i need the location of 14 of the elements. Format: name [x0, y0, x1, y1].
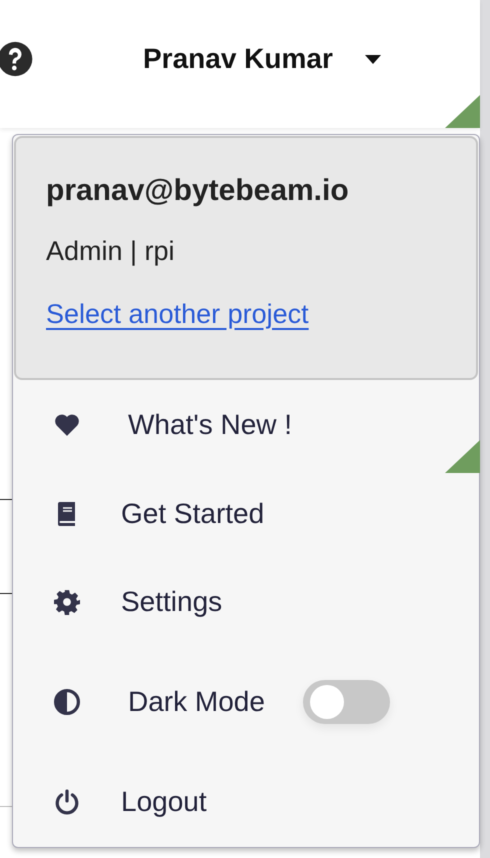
menu-item-label: What's New ! — [128, 408, 292, 441]
account-email: pranav@bytebeam.io — [46, 174, 349, 208]
menu-item-label: Dark Mode — [128, 686, 265, 718]
menu-item[interactable]: Dark Mode — [14, 646, 478, 758]
menu-item-label: Get Started — [121, 498, 264, 530]
menu-item[interactable]: What's New ! — [14, 380, 478, 470]
role-project-text: Admin | rpi — [46, 236, 175, 267]
menu-item[interactable]: Get Started — [14, 469, 478, 558]
menu-item-label: Logout — [121, 786, 207, 818]
user-menu-button[interactable]: Pranav Kumar — [143, 43, 333, 75]
menu-item[interactable]: Logout — [14, 757, 478, 846]
menu-item[interactable]: Settings — [14, 558, 478, 647]
select-project-link[interactable]: Select another project — [46, 299, 309, 330]
menu-item-label: Settings — [121, 586, 222, 618]
